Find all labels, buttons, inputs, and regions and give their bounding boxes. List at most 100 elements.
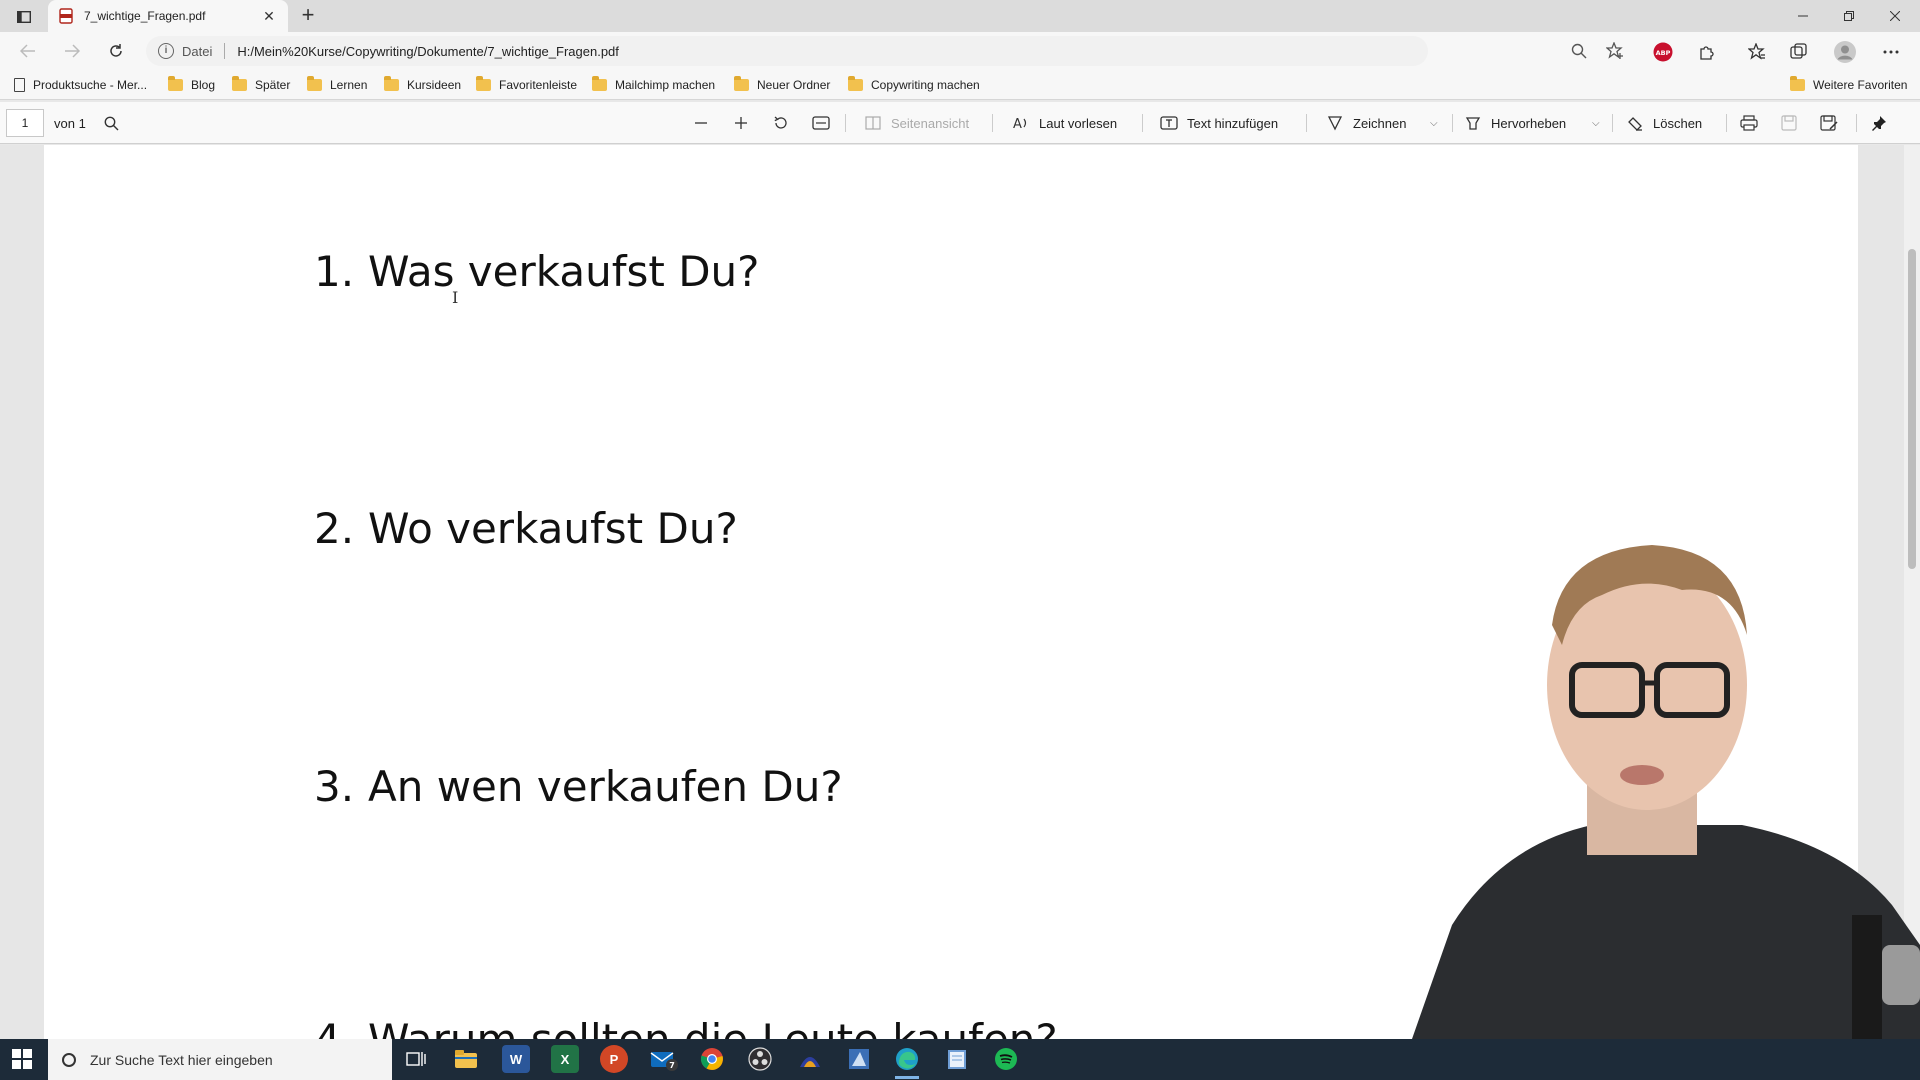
- tab-actions-icon[interactable]: [10, 6, 38, 28]
- adblock-badge-text: ABP: [1656, 49, 1671, 57]
- page-view-icon: [864, 114, 882, 132]
- edge-icon[interactable]: [893, 1045, 921, 1079]
- pin-toolbar-button[interactable]: [1870, 113, 1897, 133]
- obs-icon[interactable]: [746, 1045, 774, 1073]
- chrome-icon[interactable]: [698, 1045, 726, 1073]
- pin-icon: [1870, 114, 1888, 132]
- chevron-down-icon: ⌵: [1592, 117, 1600, 129]
- zoom-out-button[interactable]: [692, 113, 719, 133]
- powerpoint-icon[interactable]: P: [600, 1045, 628, 1073]
- bookmark-folder[interactable]: Copywriting machen: [848, 76, 980, 94]
- text-box-icon: [1160, 114, 1178, 132]
- taskbar: Zur Suche Text hier eingeben W X P 7: [0, 1039, 1920, 1080]
- address-input[interactable]: i Datei H:/Mein%20Kurse/Copywriting/Doku…: [146, 36, 1428, 66]
- search-placeholder: Zur Suche Text hier eingeben: [90, 1051, 273, 1068]
- adblock-extension-icon[interactable]: ABP: [1652, 41, 1674, 63]
- find-button[interactable]: [102, 113, 129, 133]
- word-glyph: W: [509, 1051, 523, 1067]
- text-cursor-icon: I: [452, 288, 459, 307]
- folder-icon: [168, 76, 183, 91]
- more-options-icon[interactable]: [1880, 41, 1902, 63]
- zoom-in-button[interactable]: [732, 113, 759, 133]
- draw-options-dropdown[interactable]: ⌵: [1430, 113, 1438, 133]
- question-item: 4.Warum sollten die Leute kaufen?: [314, 1015, 1058, 1039]
- tab-close-button[interactable]: ✕: [260, 8, 278, 25]
- editor-icon[interactable]: [845, 1045, 873, 1073]
- highlight-options-dropdown[interactable]: ⌵: [1592, 113, 1600, 133]
- excel-icon[interactable]: X: [551, 1045, 579, 1073]
- tab-strip: 7_wichtige_Fragen.pdf ✕ +: [0, 0, 1920, 32]
- draw-button[interactable]: Zeichnen: [1326, 113, 1406, 133]
- toolbar-divider: [1856, 114, 1857, 132]
- printer-icon: [1740, 114, 1758, 132]
- svg-text:A: A: [1013, 117, 1022, 131]
- more-favorites-folder[interactable]: Weitere Favoriten: [1790, 76, 1907, 94]
- taskbar-search-input[interactable]: Zur Suche Text hier eingeben: [48, 1039, 392, 1080]
- folder-icon: [384, 76, 399, 91]
- new-tab-button[interactable]: +: [296, 4, 320, 28]
- folder-icon: [848, 76, 863, 91]
- task-view-icon[interactable]: [402, 1045, 430, 1073]
- erase-button[interactable]: Löschen: [1626, 113, 1702, 133]
- bookmark-label: Blog: [191, 78, 216, 92]
- notepad-icon[interactable]: [943, 1045, 971, 1073]
- forward-button[interactable]: [58, 38, 86, 64]
- question-number: 2.: [314, 504, 355, 553]
- add-favorite-icon[interactable]: [1606, 42, 1624, 60]
- bookmark-label: Favoritenleiste: [499, 78, 578, 92]
- tab-active[interactable]: 7_wichtige_Fragen.pdf ✕: [48, 0, 288, 32]
- bookmark-folder[interactable]: Später: [232, 76, 290, 94]
- favorites-icon[interactable]: [1746, 41, 1768, 63]
- fit-to-width-icon: [812, 114, 830, 132]
- profile-avatar[interactable]: [1834, 41, 1856, 63]
- pdf-toolbar: 1 von 1 Seitenansicht A Laut vorlesen Te…: [0, 102, 1920, 144]
- toolbar-divider: [1142, 114, 1143, 132]
- question-item: 1. Was verkaufst Du?: [314, 247, 759, 296]
- search-icon: [102, 114, 120, 132]
- word-icon[interactable]: W: [502, 1045, 530, 1073]
- save-as-button[interactable]: [1820, 113, 1847, 133]
- page-view-button[interactable]: Seitenansicht: [864, 113, 969, 133]
- close-window-button[interactable]: [1872, 0, 1918, 32]
- bookmark-label: Kursideen: [407, 78, 462, 92]
- erase-label: Löschen: [1653, 115, 1703, 131]
- start-button[interactable]: [12, 1049, 32, 1069]
- bookmark-folder[interactable]: Lernen: [307, 76, 367, 94]
- save-button[interactable]: [1780, 113, 1807, 133]
- bookmark-folder[interactable]: Kursideen: [384, 76, 461, 94]
- highlight-button[interactable]: Hervorheben: [1464, 113, 1566, 133]
- chevron-down-icon: ⌵: [1430, 117, 1438, 129]
- collections-icon[interactable]: [1788, 41, 1810, 63]
- read-aloud-button[interactable]: A Laut vorlesen: [1012, 113, 1117, 133]
- bookmark-folder[interactable]: Neuer Ordner: [734, 76, 830, 94]
- pdf-file-icon: [58, 8, 74, 24]
- file-explorer-icon[interactable]: [452, 1045, 480, 1073]
- back-button[interactable]: [14, 38, 42, 64]
- rotate-icon: [772, 114, 790, 132]
- folder-icon: [1790, 76, 1805, 91]
- search-icon: [62, 1052, 76, 1067]
- minimize-button[interactable]: [1780, 0, 1826, 32]
- extensions-icon[interactable]: [1696, 41, 1718, 63]
- print-button[interactable]: [1740, 113, 1767, 133]
- add-text-button[interactable]: Text hinzufügen: [1160, 113, 1278, 133]
- scrollbar-thumb[interactable]: [1908, 249, 1916, 569]
- bookmark-folder[interactable]: Mailchimp machen: [592, 76, 715, 94]
- bookmark-item[interactable]: Produktsuche - Mer...: [14, 76, 147, 94]
- bookmark-folder[interactable]: Favoritenleiste: [476, 76, 577, 94]
- mail-icon[interactable]: 7: [650, 1045, 678, 1073]
- info-icon[interactable]: i: [158, 43, 174, 59]
- bookmark-folder[interactable]: Blog: [168, 76, 215, 94]
- refresh-button[interactable]: [102, 38, 130, 64]
- restore-button[interactable]: [1826, 0, 1872, 32]
- tab-title: 7_wichtige_Fragen.pdf: [84, 9, 206, 23]
- rotate-button[interactable]: [772, 113, 799, 133]
- zoom-icon[interactable]: [1570, 42, 1588, 60]
- spotify-icon[interactable]: [992, 1045, 1020, 1073]
- page-number-input[interactable]: 1: [6, 109, 44, 137]
- eraser-icon: [1626, 114, 1644, 132]
- question-text: Warum sollten die Leute kaufen?: [368, 1015, 1058, 1039]
- app-icon[interactable]: [796, 1045, 824, 1073]
- fit-page-button[interactable]: [812, 113, 839, 133]
- folder-icon: [734, 76, 749, 91]
